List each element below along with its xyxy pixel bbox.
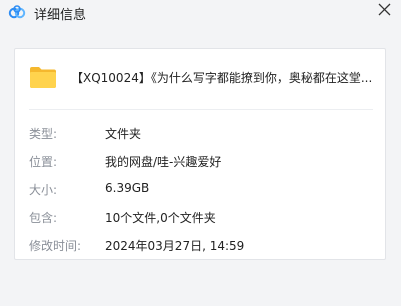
title-bar: 详细信息 bbox=[0, 0, 401, 28]
close-icon bbox=[378, 3, 390, 15]
file-name: 【XQ10024】《为什么写字都能撩到你，奥秘都在这堂... bbox=[71, 71, 373, 85]
detail-row-size: 大小: 6.39GB bbox=[29, 181, 379, 199]
modified-label: 修改时间: bbox=[29, 239, 82, 253]
window-title: 详细信息 bbox=[34, 8, 87, 23]
close-button[interactable] bbox=[373, 0, 395, 20]
size-value: 6.39GB bbox=[105, 181, 150, 195]
type-value: 文件夹 bbox=[105, 127, 142, 141]
detail-row-type: 类型: 文件夹 bbox=[29, 125, 379, 143]
location-value: 我的网盘/哇-兴趣爱好 bbox=[105, 155, 222, 169]
size-label: 大小: bbox=[29, 183, 58, 197]
detail-row-contains: 包含: 10个文件,0个文件夹 bbox=[29, 209, 379, 227]
contains-value: 10个文件,0个文件夹 bbox=[105, 211, 216, 225]
baidu-netdisk-cloud-icon bbox=[8, 5, 26, 19]
folder-icon bbox=[30, 67, 56, 88]
type-label: 类型: bbox=[29, 127, 58, 141]
detail-row-location: 位置: 我的网盘/哇-兴趣爱好 bbox=[29, 153, 379, 171]
location-label: 位置: bbox=[29, 155, 58, 169]
divider bbox=[29, 109, 373, 110]
modified-value: 2024年03月27日, 14:59 bbox=[105, 239, 245, 253]
details-card: 【XQ10024】《为什么写字都能撩到你，奥秘都在这堂... 类型: 文件夹 位… bbox=[14, 48, 386, 260]
contains-label: 包含: bbox=[29, 211, 58, 225]
detail-row-modified: 修改时间: 2024年03月27日, 14:59 bbox=[29, 237, 379, 255]
